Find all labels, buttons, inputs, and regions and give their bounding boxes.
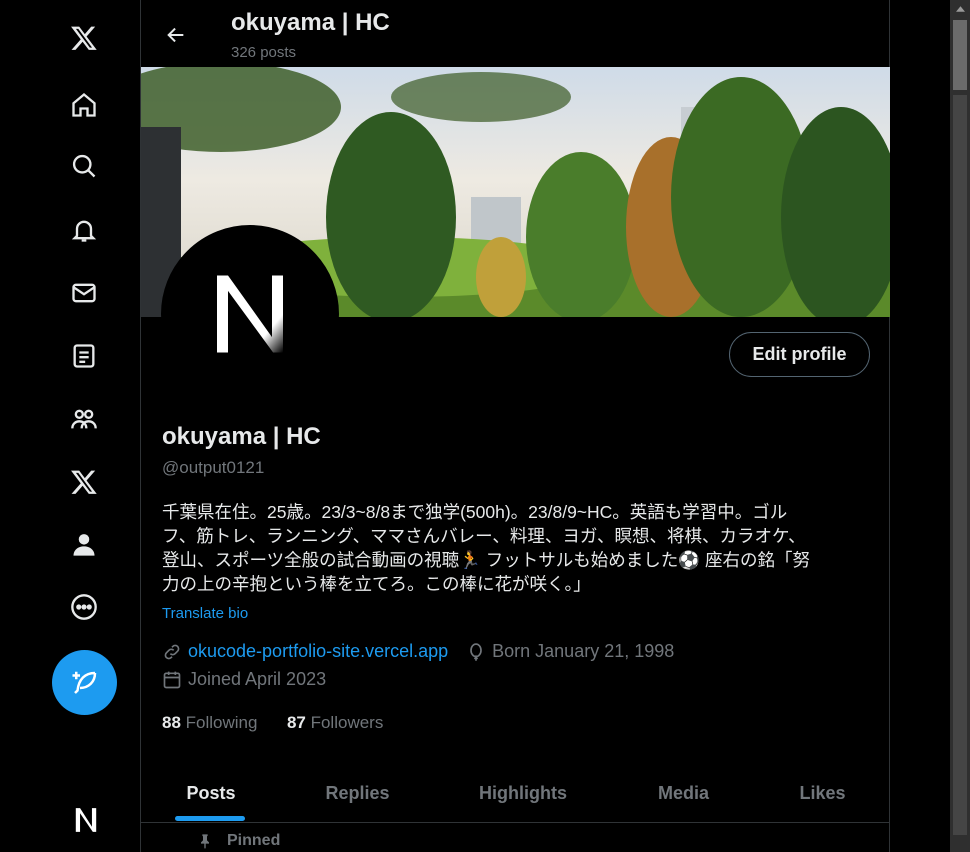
page-scrollbar[interactable] [950, 0, 970, 852]
active-tab-indicator [175, 816, 245, 821]
home-icon[interactable] [58, 79, 110, 131]
header-name: okuyama | HC [231, 9, 390, 36]
scroll-thumb[interactable] [953, 20, 967, 90]
scroll-track[interactable] [953, 95, 967, 835]
following-link[interactable]: 88 Following [162, 713, 257, 732]
search-icon[interactable] [58, 140, 110, 192]
bell-icon[interactable] [58, 204, 110, 256]
bio-line: 千葉県在住。25歳。23/3~8/8まで独学(500h)。23/8/9~HC。英… [162, 502, 788, 522]
calendar-icon [163, 671, 181, 688]
back-button[interactable] [159, 18, 193, 52]
pinned-label-row: Pinned [197, 832, 280, 850]
pinned-label: Pinned [227, 832, 281, 849]
profile-header-bar: okuyama | HC 326 posts [141, 0, 891, 67]
followers-count: 87 [286, 713, 306, 732]
link-icon [164, 644, 180, 659]
compose-button[interactable] [52, 650, 117, 715]
tab-highlights[interactable]: Highlights [434, 763, 612, 823]
account-logo-icon [75, 808, 97, 832]
account-avatar[interactable] [66, 800, 106, 840]
follow-stats: 88 Following 87 Followers [162, 713, 383, 733]
profile-meta-row: okucode-portfolio-site.vercel.app Born J… [162, 641, 674, 662]
tab-posts[interactable]: Posts [141, 763, 281, 823]
translate-bio-link[interactable]: Translate bio [162, 605, 248, 622]
tab-likes[interactable]: Likes [755, 763, 890, 823]
premium-x-icon[interactable] [58, 456, 110, 508]
profile-name: okuyama | HC [162, 423, 321, 450]
followers-link[interactable]: 87 Followers [287, 713, 383, 732]
pin-icon [201, 834, 209, 849]
bio-line: フ、筋トレ、ランニング、ママさんバレー、料理、ヨガ、瞑想、将棋、カラオケ、 [162, 526, 806, 546]
x-logo-icon[interactable] [58, 12, 110, 64]
profile-icon[interactable] [58, 518, 110, 570]
mail-icon[interactable] [58, 267, 110, 319]
profile-tabs: Posts Replies Highlights Media Likes [141, 763, 890, 823]
n-logo-icon [217, 275, 283, 353]
tab-media[interactable]: Media [612, 763, 755, 823]
compose-icon [72, 671, 96, 694]
profile-column: okuyama | HC 326 posts Edit profile okuy… [140, 0, 890, 852]
bio-line: 力の上の辛抱という棒を立てろ。この棒に花が咲く。」 [162, 574, 591, 594]
bio-line: 登山、スポーツ全般の試合動画の視聴🏃 フットサルも始めました⚽ 座右の銘「努 [162, 550, 810, 570]
website-link[interactable]: okucode-portfolio-site.vercel.app [188, 641, 448, 662]
profile-handle: @output0121 [162, 458, 265, 477]
edit-profile-button[interactable]: Edit profile [729, 332, 870, 377]
tab-replies[interactable]: Replies [281, 763, 434, 823]
followers-label: Followers [310, 713, 384, 732]
following-label: Following [185, 713, 258, 732]
back-arrow-icon [167, 27, 184, 43]
joined-date: Joined April 2023 [188, 669, 327, 689]
header-post-count: 326 posts [231, 44, 297, 61]
profile-joined-row: Joined April 2023 [162, 669, 326, 690]
communities-icon[interactable] [58, 393, 110, 445]
birth-date: Born January 21, 1998 [492, 641, 675, 661]
balloon-icon [470, 642, 482, 661]
more-icon[interactable] [58, 581, 110, 633]
left-nav [0, 0, 141, 852]
scroll-up-arrow-icon[interactable] [950, 0, 970, 18]
following-count: 88 [162, 713, 181, 732]
profile-avatar[interactable] [161, 225, 339, 403]
lists-icon[interactable] [58, 330, 110, 382]
profile-bio: 千葉県在住。25歳。23/3~8/8まで独学(500h)。23/8/9~HC。英… [162, 500, 872, 596]
